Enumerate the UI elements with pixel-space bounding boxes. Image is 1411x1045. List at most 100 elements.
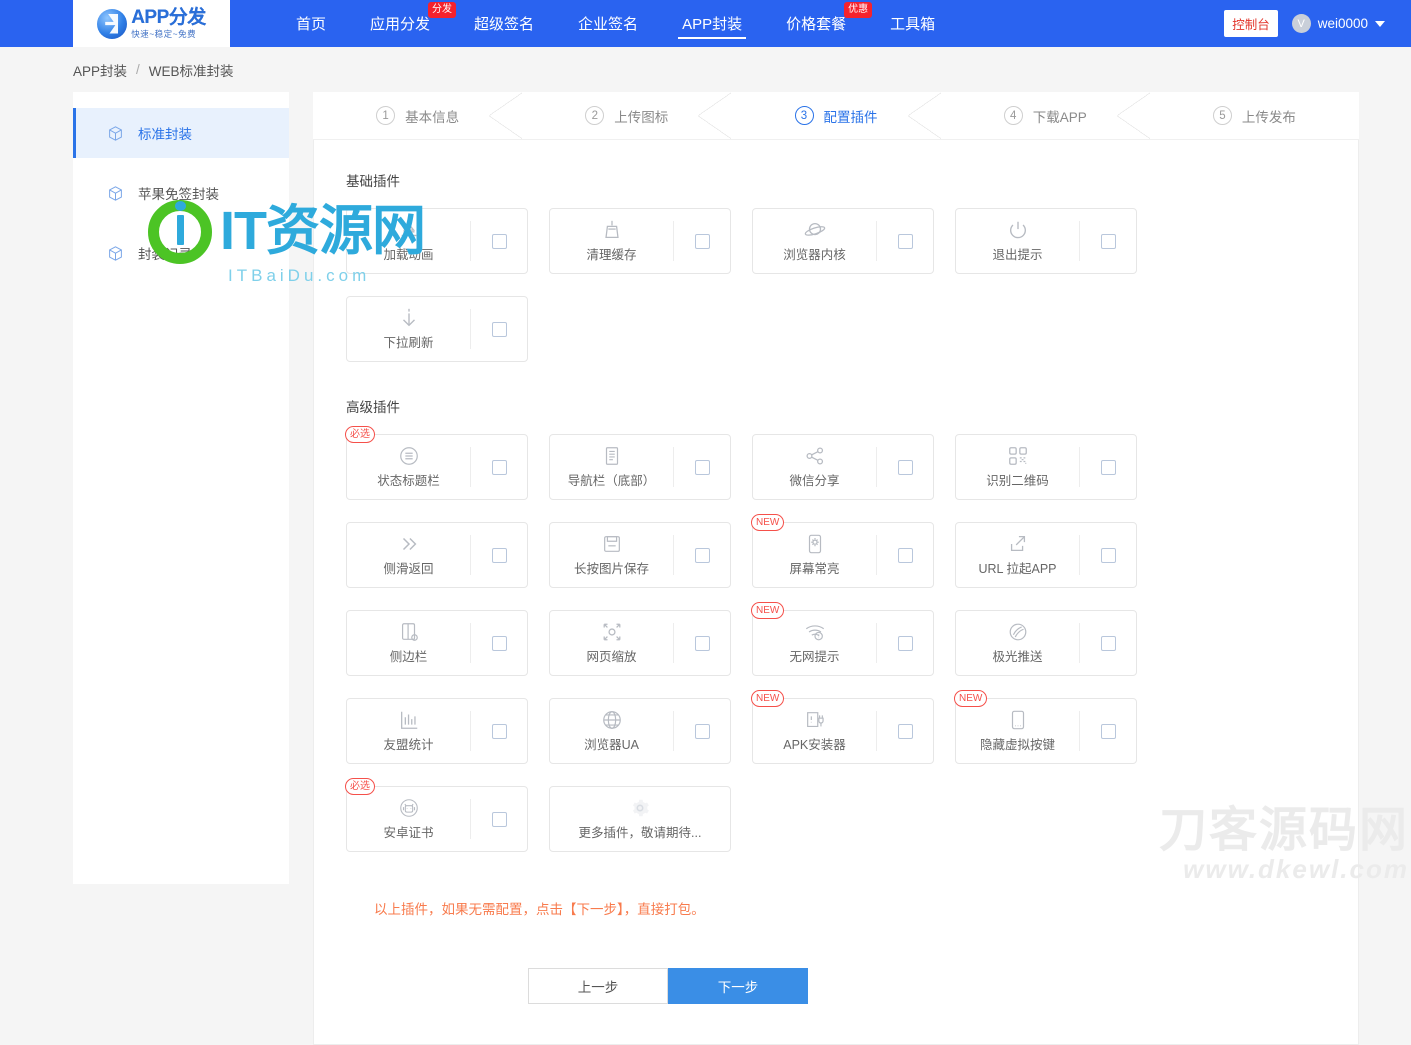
sidebar-item-apple-signfree-packaging[interactable]: 苹果免签封装 <box>73 168 289 218</box>
external-launch-icon <box>1007 533 1029 555</box>
sidebar-item-label: 苹果免签封装 <box>138 187 219 202</box>
step-upload-icon[interactable]: 2 上传图标 <box>522 92 733 139</box>
plugin-checkbox[interactable] <box>1100 459 1116 475</box>
console-button[interactable]: 控制台 <box>1224 10 1278 37</box>
wifi-warning-icon <box>804 621 826 643</box>
nav-label: 企业签名 <box>578 16 639 33</box>
plugin-card-long-press-save-image[interactable]: 长按图片保存 <box>549 522 731 588</box>
plugin-label: 浏览器内核 <box>783 248 846 262</box>
breadcrumb-current: WEB标准封装 <box>148 63 234 79</box>
step-number: 5 <box>1212 106 1232 125</box>
plugin-checkbox[interactable] <box>694 233 710 249</box>
plugin-checkbox[interactable] <box>1100 233 1116 249</box>
sidebar-item-packaging-records[interactable]: 封装记录 <box>73 228 289 278</box>
plugin-label: 安卓证书 <box>383 826 434 840</box>
step-configure-plugins[interactable]: 3 配置插件 <box>731 92 942 139</box>
plugin-checkbox[interactable] <box>897 723 913 739</box>
plugin-configuration-panel: 基础插件 加载动画 清理缓存 浏览器内核 退出提示 下拉刷新 高级插件 必选 状… <box>313 140 1359 1045</box>
breadcrumb-root[interactable]: APP封装 <box>73 60 127 80</box>
plugin-checkbox[interactable] <box>694 635 710 651</box>
step-download-app[interactable]: 4 下载APP <box>940 92 1152 139</box>
plugin-card-apk-installer[interactable]: NEW APK安装器 <box>751 690 934 764</box>
nav-item-app-packaging[interactable]: APP封装 <box>660 0 764 47</box>
plugin-checkbox[interactable] <box>897 459 913 475</box>
plugin-label: 无网提示 <box>789 650 840 664</box>
plugin-checkbox[interactable] <box>491 547 507 563</box>
plugin-label: 极光推送 <box>992 650 1043 664</box>
plugin-checkbox[interactable] <box>491 233 507 249</box>
main-nav: 首页 应用分发 分发 超级签名 企业签名 APP封装 价格套餐 优惠 工具箱 <box>274 0 957 47</box>
plugin-card-jpush[interactable]: 极光推送 <box>955 610 1137 676</box>
plugin-label: 识别二维码 <box>986 474 1049 488</box>
step-upload-publish[interactable]: 5 上传发布 <box>1149 92 1360 139</box>
plugin-card-android-certificate[interactable]: 必选 安卓证书 <box>345 778 528 852</box>
sidebar: 标准封装 苹果免签封装 封装记录 <box>73 92 289 884</box>
plugin-checkbox[interactable] <box>694 459 710 475</box>
plugin-card-sidebar[interactable]: 侧边栏 <box>346 610 528 676</box>
plugin-card-browser-kernel[interactable]: 浏览器内核 <box>752 208 934 274</box>
plugin-card-no-network-prompt[interactable]: NEW 无网提示 <box>751 602 934 676</box>
plugin-checkbox[interactable] <box>1100 723 1116 739</box>
phone-keys-icon <box>1007 709 1029 731</box>
plugin-checkbox[interactable] <box>897 233 913 249</box>
user-menu[interactable]: V wei0000 <box>1291 14 1385 33</box>
next-step-button[interactable]: 下一步 <box>668 968 808 1004</box>
plugin-checkbox[interactable] <box>1100 635 1116 651</box>
plugin-card-exit-prompt[interactable]: 退出提示 <box>955 208 1137 274</box>
plugin-checkbox[interactable] <box>897 547 913 563</box>
plugin-card-browser-ua[interactable]: 浏览器UA <box>549 698 731 764</box>
plugin-label: 浏览器UA <box>584 738 639 752</box>
plugin-card-scan-qrcode[interactable]: 识别二维码 <box>955 434 1137 500</box>
gear-icon <box>629 797 651 819</box>
step-number: 3 <box>794 106 814 125</box>
content-area: 1 基本信息 2 上传图标 3 配置插件 4 下载APP 5 上传发布 基础插件 <box>313 92 1360 1045</box>
nav-item-enterprise-signature[interactable]: 企业签名 <box>556 0 660 47</box>
plugin-card-pull-to-refresh[interactable]: 下拉刷新 <box>346 296 528 362</box>
nav-item-home[interactable]: 首页 <box>274 0 348 47</box>
step-number: 1 <box>376 106 396 125</box>
plugin-label: 长按图片保存 <box>573 562 649 576</box>
plugin-card-wechat-share[interactable]: 微信分享 <box>752 434 934 500</box>
nav-item-super-signature[interactable]: 超级签名 <box>452 0 556 47</box>
plugin-badge-required: 必选 <box>345 778 375 795</box>
plugin-label: 状态标题栏 <box>377 474 440 488</box>
plugin-label: 隐藏虚拟按键 <box>979 738 1055 752</box>
sidebar-item-label: 标准封装 <box>138 127 192 142</box>
plugin-checkbox[interactable] <box>491 723 507 739</box>
prev-step-button[interactable]: 上一步 <box>528 968 668 1004</box>
cube-icon <box>109 245 122 261</box>
plugin-card-bottom-nav-bar[interactable]: 导航栏（底部） <box>549 434 731 500</box>
plugin-card-url-launch-app[interactable]: URL 拉起APP <box>955 522 1137 588</box>
nav-item-app-distribution[interactable]: 应用分发 分发 <box>348 0 457 47</box>
plugin-checkbox[interactable] <box>491 321 507 337</box>
plugin-card-loading-animation[interactable]: 加载动画 <box>346 208 528 274</box>
plugin-card-hide-virtual-keys[interactable]: NEW 隐藏虚拟按键 <box>954 690 1137 764</box>
broom-icon <box>601 219 623 241</box>
wizard-actions: 上一步 下一步 <box>528 968 1328 1004</box>
plugin-checkbox[interactable] <box>694 723 710 739</box>
logo-mark-icon <box>97 8 128 39</box>
document-lines-icon <box>601 445 623 467</box>
plugin-card-keep-screen-on[interactable]: NEW 屏幕常亮 <box>751 514 934 588</box>
cube-icon <box>109 125 122 141</box>
nav-item-pricing[interactable]: 价格套餐 优惠 <box>764 0 873 47</box>
plugin-card-status-title-bar[interactable]: 必选 状态标题栏 <box>345 426 528 500</box>
breadcrumb: APP封装 / WEB标准封装 <box>0 47 1411 92</box>
site-logo[interactable]: APP分发 快速~稳定~免费 <box>73 0 230 47</box>
plugin-checkbox[interactable] <box>1100 547 1116 563</box>
sidebar-item-standard-packaging[interactable]: 标准封装 <box>73 108 289 158</box>
plugin-checkbox[interactable] <box>491 459 507 475</box>
plugin-card-webpage-zoom[interactable]: 网页缩放 <box>549 610 731 676</box>
plugin-label: 侧滑返回 <box>383 562 434 576</box>
nav-item-toolbox[interactable]: 工具箱 <box>868 0 957 47</box>
cube-icon <box>109 185 122 201</box>
plugin-checkbox[interactable] <box>897 635 913 651</box>
step-number: 2 <box>585 106 605 125</box>
step-basic-info[interactable]: 1 基本信息 <box>313 92 524 139</box>
plugin-card-umeng-analytics[interactable]: 友盟统计 <box>346 698 528 764</box>
plugin-checkbox[interactable] <box>694 547 710 563</box>
plugin-card-clear-cache[interactable]: 清理缓存 <box>549 208 731 274</box>
plugin-checkbox[interactable] <box>491 811 507 827</box>
plugin-checkbox[interactable] <box>491 635 507 651</box>
plugin-card-swipe-back[interactable]: 侧滑返回 <box>346 522 528 588</box>
